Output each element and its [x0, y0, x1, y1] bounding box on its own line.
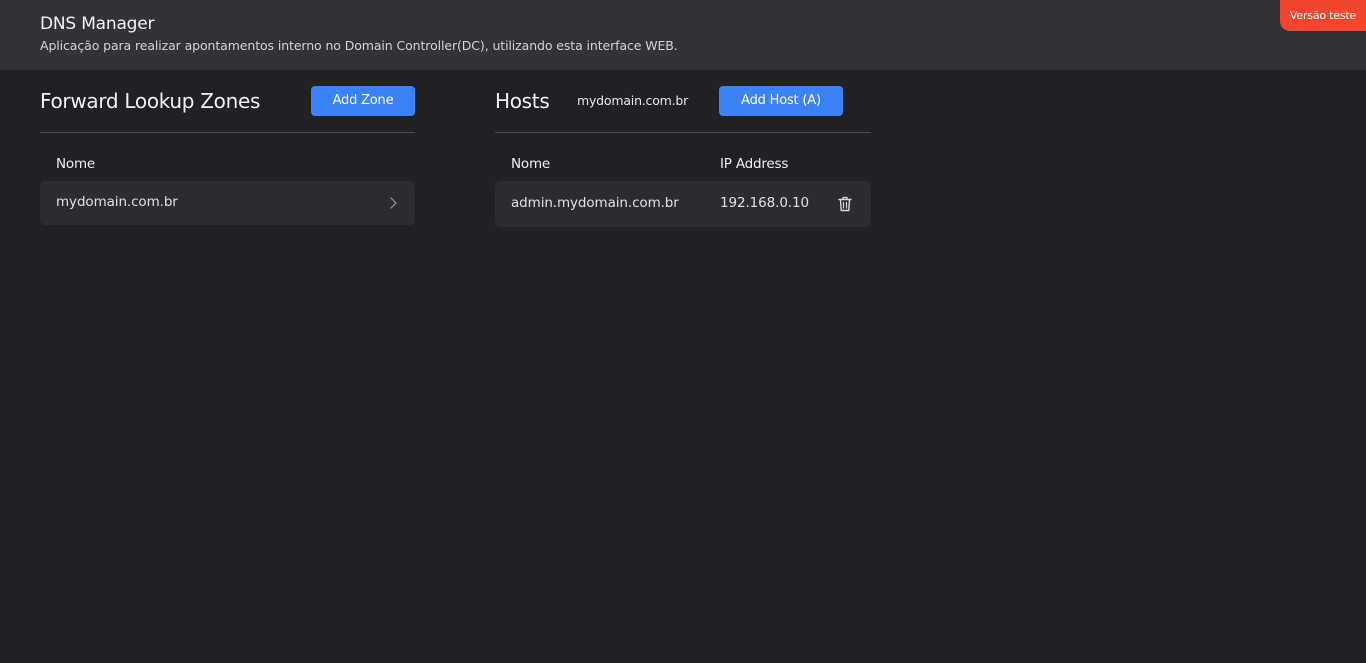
app-subtitle: Aplicação para realizar apontamentos int… [40, 38, 678, 53]
chevron-right-icon [390, 197, 397, 209]
hosts-panel-header: Hosts mydomain.com.br Add Host (A) [495, 86, 871, 116]
app-title: DNS Manager [40, 14, 155, 34]
hosts-column-name: Nome [511, 156, 551, 172]
forward-lookup-zones-panel: Forward Lookup Zones Add Zone Nome mydom… [40, 86, 415, 225]
zones-panel-header: Forward Lookup Zones Add Zone [40, 86, 415, 116]
hosts-divider [495, 132, 871, 133]
hosts-title: Hosts [495, 89, 550, 113]
zone-name: mydomain.com.br [56, 194, 178, 210]
trash-icon[interactable] [838, 196, 852, 212]
hosts-column-ip: IP Address [720, 156, 789, 172]
zones-column-name: Nome [56, 156, 96, 172]
selected-zone-label: mydomain.com.br [577, 93, 689, 108]
host-name: admin.mydomain.com.br [511, 195, 679, 211]
add-host-button[interactable]: Add Host (A) [719, 86, 843, 116]
version-badge: Versão teste [1280, 0, 1366, 31]
zones-title: Forward Lookup Zones [40, 89, 261, 113]
zones-divider [40, 132, 415, 133]
host-ip: 192.168.0.10 [720, 195, 809, 211]
app-header: DNS Manager Aplicação para realizar apon… [0, 0, 1366, 70]
hosts-panel: Hosts mydomain.com.br Add Host (A) Nome … [495, 86, 871, 227]
add-zone-button[interactable]: Add Zone [311, 86, 415, 116]
host-row: admin.mydomain.com.br 192.168.0.10 [495, 181, 871, 227]
zone-row[interactable]: mydomain.com.br [40, 181, 415, 225]
